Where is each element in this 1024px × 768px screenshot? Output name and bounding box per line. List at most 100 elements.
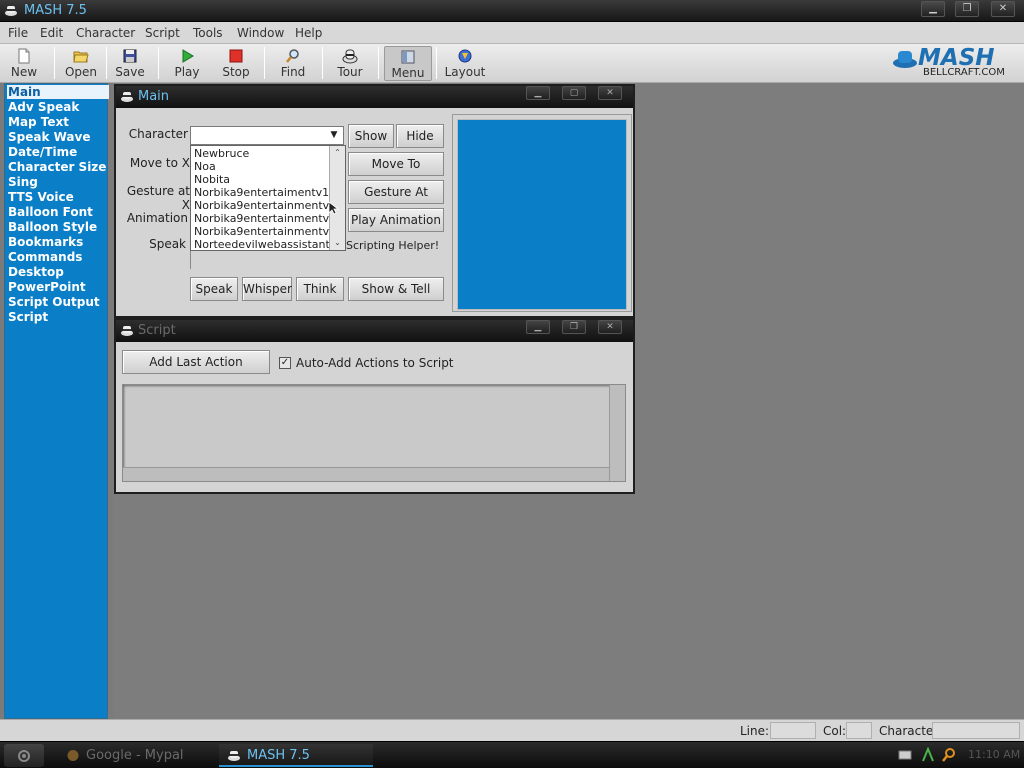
list-item[interactable]: Norbika9entertainmentv7	[194, 225, 336, 238]
character-label: Character	[128, 127, 188, 141]
auto-add-label: Auto-Add Actions to Script	[296, 356, 454, 370]
sidebar-item-desktop[interactable]: Desktop	[8, 265, 108, 279]
list-item[interactable]: Newbruce	[194, 147, 249, 160]
line-label: Line:	[740, 724, 770, 738]
sidebar-item-tts-voice[interactable]: TTS Voice	[8, 190, 108, 204]
sidebar-item-balloon-font[interactable]: Balloon Font	[8, 205, 108, 219]
menu-edit[interactable]: Edit	[40, 26, 63, 40]
add-last-action-button[interactable]: Add Last Action	[122, 350, 270, 374]
menu-help[interactable]: Help	[295, 26, 322, 40]
script-restore-button[interactable]: ❐	[562, 320, 586, 334]
sidebar-item-speak-wave[interactable]: Speak Wave	[8, 130, 108, 144]
main-window-caption[interactable]: Main ▁ ▢ ✕	[116, 86, 633, 108]
clock: 11:10 AM	[968, 748, 1021, 761]
toolbar: New Open Save Play Stop Find Tour Menu L…	[0, 44, 1024, 83]
layout-button[interactable]: Layout	[444, 46, 486, 81]
gesture-at-button[interactable]: Gesture At	[348, 180, 444, 204]
animation-label: Animation	[126, 211, 188, 225]
menu-toggle-button[interactable]: Menu	[384, 46, 432, 81]
sidebar-item-main[interactable]: Main	[7, 85, 109, 99]
tour-button[interactable]: Tour	[332, 46, 368, 81]
taskbar-google-mypal[interactable]: Google - Mypal	[58, 744, 214, 767]
list-item[interactable]: Norteedevilwebassistant	[194, 238, 330, 250]
taskbar: Google - Mypal MASH 7.5 11:10 AM	[0, 741, 1024, 768]
window-layout-icon	[401, 50, 415, 64]
script-close-button[interactable]: ✕	[598, 320, 622, 334]
taskbar-mash[interactable]: MASH 7.5	[219, 744, 373, 767]
search-icon[interactable]	[941, 747, 957, 763]
list-item[interactable]: Norbika9entertainmentv10_	[194, 199, 345, 212]
hide-button[interactable]: Hide	[396, 124, 444, 148]
save-button[interactable]: Save	[112, 46, 148, 81]
stop-button[interactable]: Stop	[218, 46, 254, 81]
list-item[interactable]: Norbika9entertaimentv13	[194, 186, 336, 199]
scroll-down-icon[interactable]: ⌄	[330, 237, 345, 249]
keyboard-icon[interactable]	[898, 749, 912, 761]
network-icon[interactable]	[921, 747, 935, 763]
speak-button[interactable]: Speak	[190, 277, 238, 301]
start-icon	[18, 750, 30, 762]
auto-add-checkbox[interactable]: ✓	[279, 357, 291, 369]
main-close-button[interactable]: ✕	[598, 86, 622, 100]
sidebar-item-date-time[interactable]: Date/Time	[8, 145, 108, 159]
script-window-caption[interactable]: Script ▁ ❐ ✕	[116, 320, 633, 342]
editor-vertical-scrollbar[interactable]	[609, 385, 625, 481]
menu-bar: File Edit Character Script Tools Window …	[0, 22, 1024, 44]
sidebar-item-powerpoint[interactable]: PowerPoint	[8, 280, 108, 294]
browser-icon	[67, 750, 79, 761]
menu-file[interactable]: File	[8, 26, 28, 40]
scripting-helper-label: Scripting Helper!	[346, 239, 440, 252]
menu-tools[interactable]: Tools	[193, 26, 223, 40]
stop-icon	[229, 49, 243, 63]
mash-app-icon	[5, 6, 17, 16]
character-dropdown-list[interactable]: Newbruce Noa Nobita Norbika9entertaiment…	[190, 145, 346, 251]
list-item[interactable]: Norbika9entertainmentv22	[194, 212, 343, 225]
window-app-icon	[121, 326, 133, 336]
scroll-up-icon[interactable]: ⌃	[330, 147, 345, 159]
think-button[interactable]: Think	[296, 277, 344, 301]
minimize-button[interactable]: ▁	[921, 1, 945, 17]
status-bar: Line: Col: Character:	[0, 719, 1024, 741]
list-item[interactable]: Nobita	[194, 173, 230, 186]
close-button[interactable]: ✕	[991, 1, 1015, 17]
start-button[interactable]	[4, 744, 44, 767]
script-minimize-button[interactable]: ▁	[526, 320, 550, 334]
sidebar-item-map-text[interactable]: Map Text	[8, 115, 108, 129]
sidebar-item-adv-speak[interactable]: Adv Speak	[8, 100, 108, 114]
main-maximize-button[interactable]: ▢	[562, 86, 586, 100]
window-title: MASH 7.5	[24, 3, 87, 18]
col-label: Col:	[823, 724, 847, 738]
character-status-field	[932, 722, 1020, 739]
whisper-button[interactable]: Whisper	[242, 277, 292, 301]
open-button[interactable]: Open	[62, 46, 100, 81]
sidebar-item-script-output[interactable]: Script Output	[8, 295, 108, 309]
sidebar-item-balloon-style[interactable]: Balloon Style	[8, 220, 108, 234]
menu-character[interactable]: Character	[76, 26, 135, 40]
editor-horizontal-scrollbar[interactable]	[123, 467, 609, 481]
play-button[interactable]: Play	[170, 46, 204, 81]
new-button[interactable]: New	[6, 46, 42, 81]
move-to-label: Move to X	[129, 156, 190, 170]
list-item[interactable]: Noa	[194, 160, 216, 173]
gesture-at-label: Gesture at X	[126, 184, 190, 212]
list-scrollbar[interactable]: ⌃ ⌄	[329, 146, 345, 250]
move-to-button[interactable]: Move To	[348, 152, 444, 176]
character-combo[interactable]: ▼	[190, 126, 344, 145]
sidebar-item-script[interactable]: Script	[8, 310, 108, 324]
play-animation-button[interactable]: Play Animation	[348, 208, 444, 232]
folder-open-icon	[73, 51, 89, 63]
floppy-disk-icon	[123, 49, 137, 63]
show-and-tell-button[interactable]: Show & Tell	[348, 277, 444, 301]
menu-window[interactable]: Window	[237, 26, 284, 40]
sidebar-item-sing[interactable]: Sing	[8, 175, 108, 189]
chevron-down-icon[interactable]: ▼	[327, 129, 341, 142]
menu-script[interactable]: Script	[145, 26, 180, 40]
sidebar-item-bookmarks[interactable]: Bookmarks	[8, 235, 108, 249]
maximize-button[interactable]: ❐	[955, 1, 979, 17]
main-minimize-button[interactable]: ▁	[526, 86, 550, 100]
sidebar-item-commands[interactable]: Commands	[8, 250, 108, 264]
find-button[interactable]: Find	[276, 46, 310, 81]
script-editor[interactable]	[122, 384, 626, 482]
show-button[interactable]: Show	[348, 124, 394, 148]
sidebar-item-character-size[interactable]: Character Size	[8, 160, 108, 174]
